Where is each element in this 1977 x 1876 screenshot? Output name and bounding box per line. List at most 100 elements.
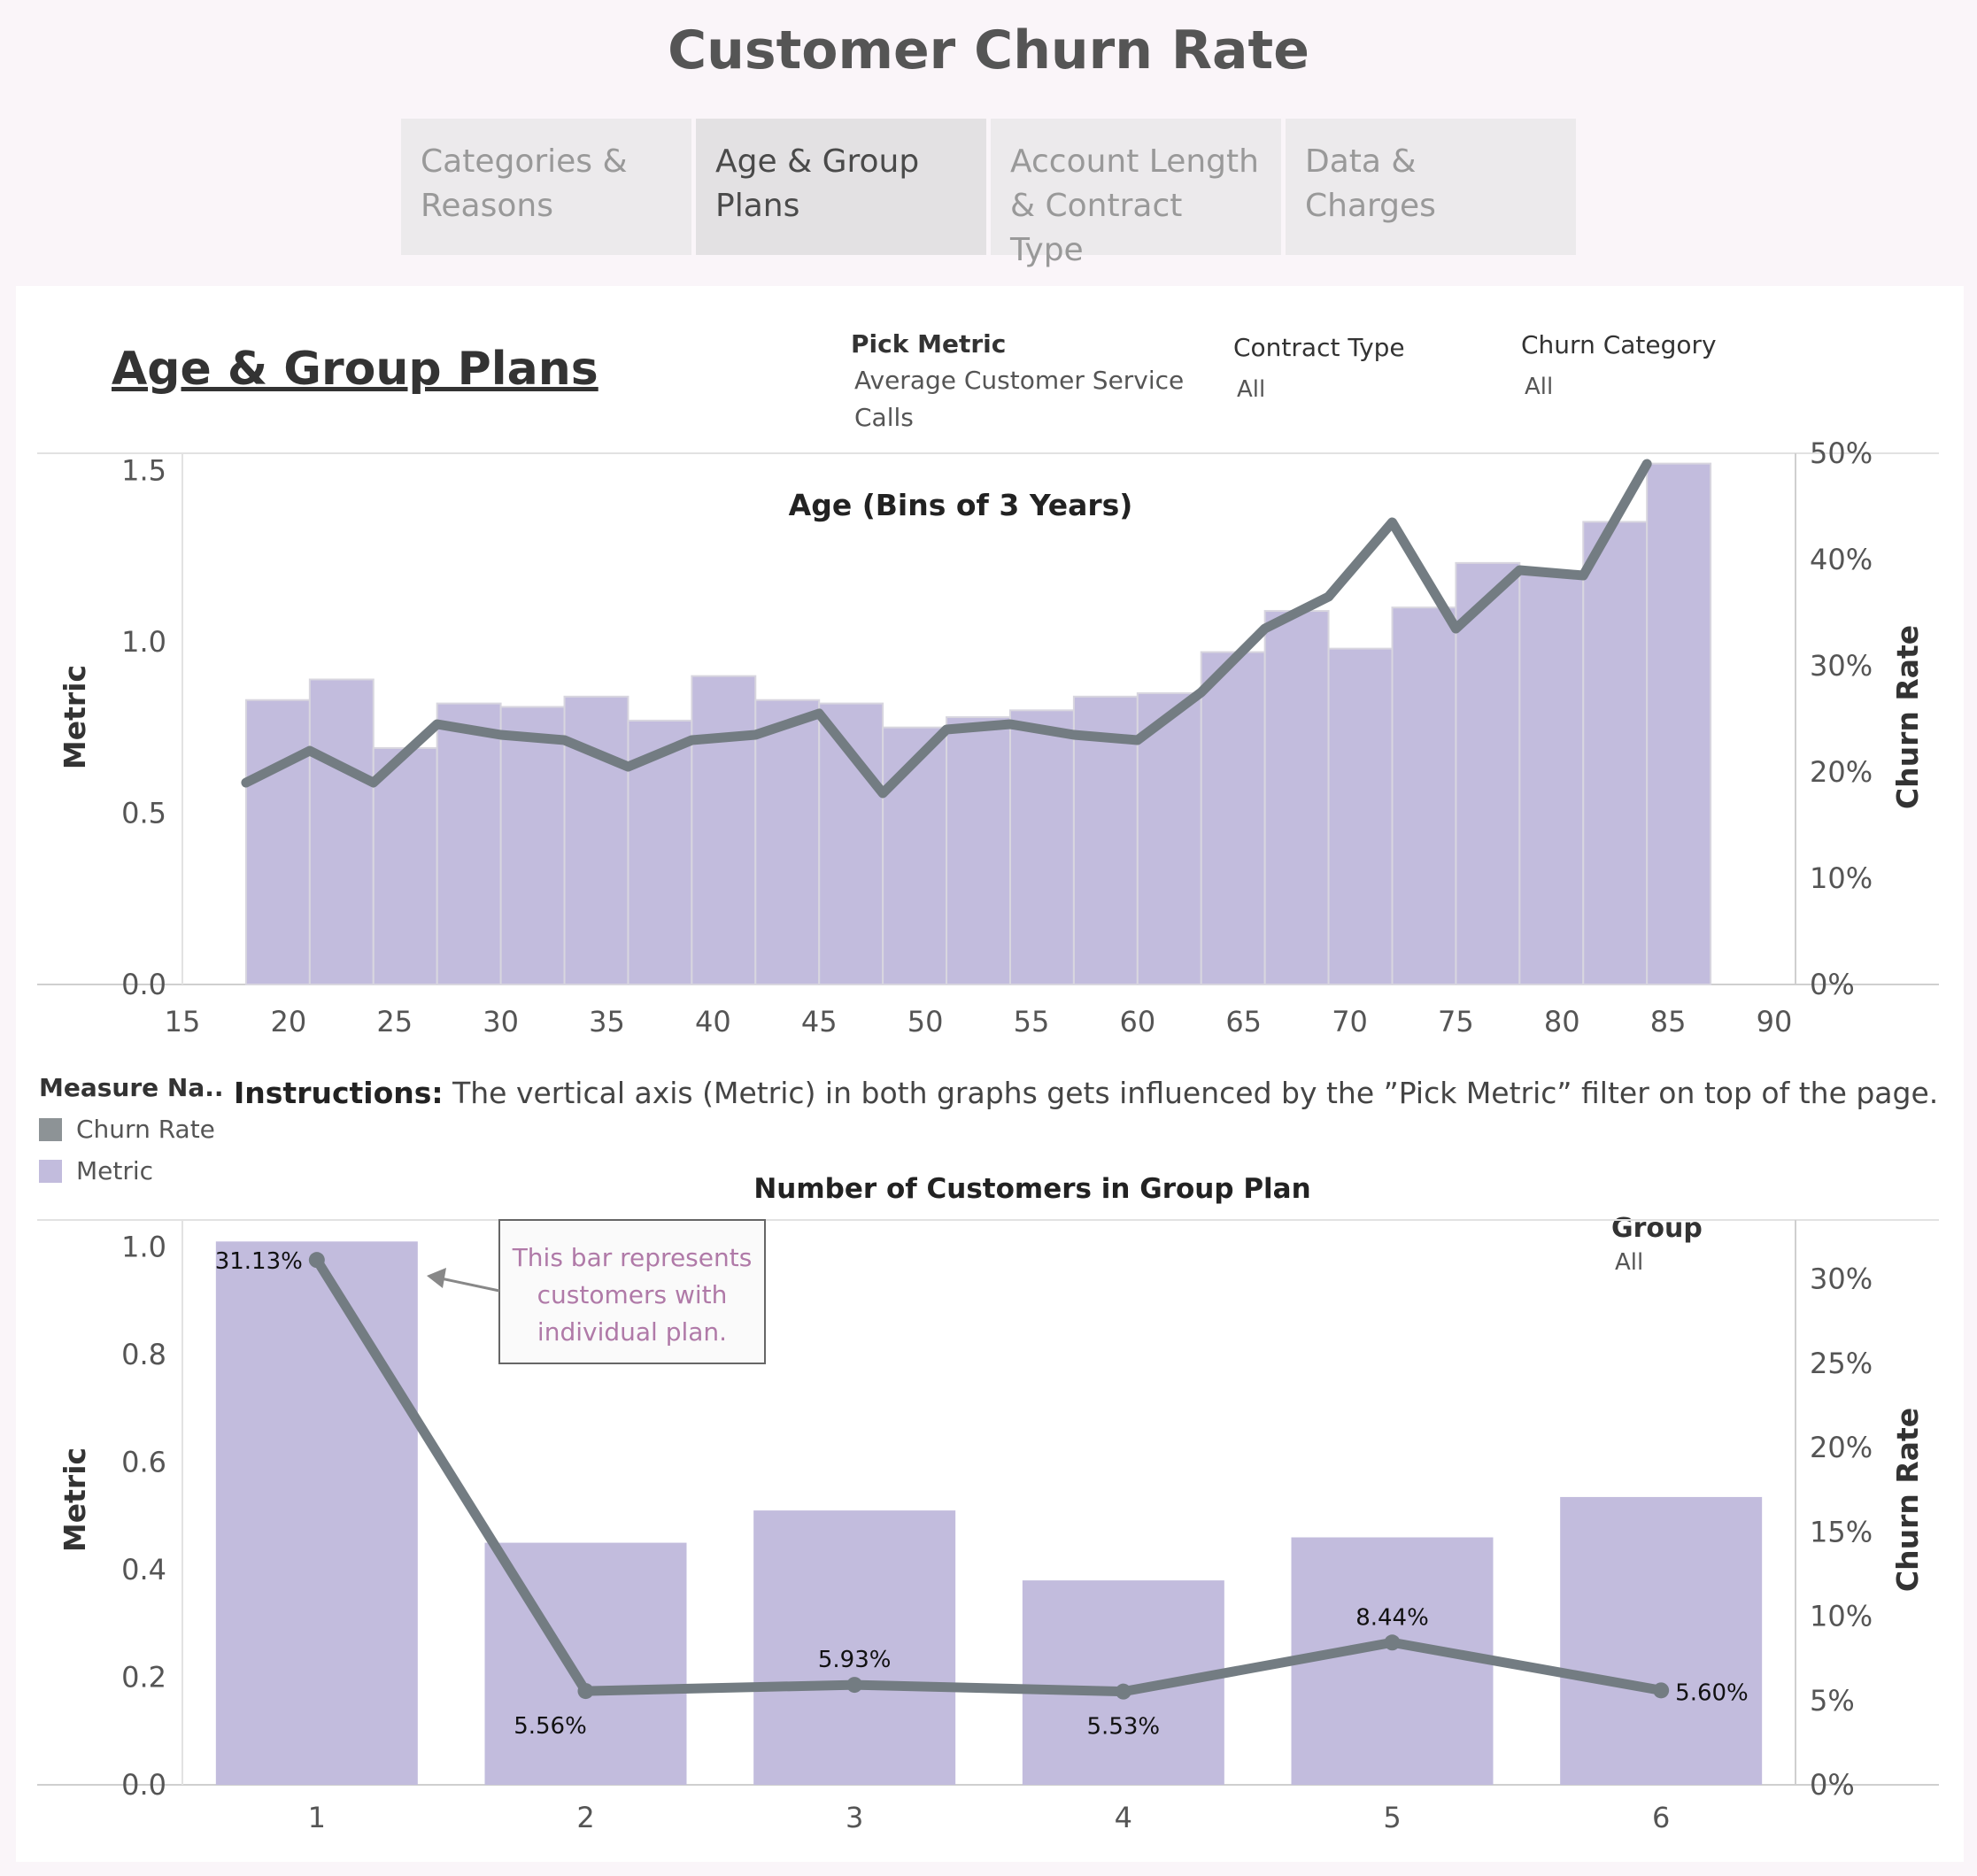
group-bar [1560, 1496, 1763, 1785]
age-bar [691, 675, 757, 985]
churn-rate-point [436, 723, 438, 725]
annotation-arrow-head [427, 1268, 446, 1288]
y-axis-label: Metric [58, 1448, 92, 1552]
age-bar [308, 678, 375, 986]
age-bar [1008, 709, 1075, 985]
y-tick-label: 1.0 [121, 625, 166, 659]
churn-rate-point [1115, 1683, 1131, 1700]
y2-tick-label: 30% [1810, 649, 1873, 683]
x-tick-label: 5 [1383, 1801, 1401, 1834]
churn-rate-data-label: 5.93% [818, 1647, 892, 1673]
churn-rate-point [1263, 628, 1266, 629]
churn-rate-point [1384, 1634, 1401, 1651]
group-bar [1291, 1537, 1494, 1785]
x-tick-label: 45 [801, 1005, 838, 1038]
x-tick-label: 65 [1225, 1005, 1262, 1038]
y2-tick-label: 0% [1810, 968, 1855, 1001]
y2-tick-label: 10% [1810, 1600, 1873, 1633]
churn-rate-point [1327, 596, 1330, 598]
churn-rate-data-label: 5.60% [1675, 1679, 1749, 1706]
y-tick-label: 1.5 [121, 453, 166, 487]
y2-tick-label: 25% [1810, 1347, 1873, 1380]
annotation-arrow-line [440, 1277, 500, 1293]
churn-rate-data-label: 5.53% [1087, 1714, 1161, 1741]
x-tick-label: 2 [576, 1801, 594, 1834]
y2-tick-label: 10% [1810, 861, 1873, 895]
age-bar [436, 702, 502, 985]
y-tick-label: 0.8 [121, 1338, 166, 1371]
y2-tick-label: 20% [1810, 1431, 1873, 1464]
age-bar [499, 706, 566, 985]
churn-rate-data-label: 5.56% [514, 1713, 587, 1740]
x-tick-label: 25 [376, 1005, 413, 1038]
y2-tick-label: 50% [1810, 436, 1873, 470]
churn-rate-point [1455, 628, 1457, 629]
y-tick-label: 0.6 [121, 1445, 166, 1478]
x-tick-label: 40 [695, 1005, 731, 1038]
churn-rate-point [1518, 569, 1521, 571]
churn-rate-point [1008, 723, 1011, 725]
y-tick-label: 0.0 [121, 968, 166, 1001]
x-tick-label: 15 [165, 1005, 201, 1038]
y2-tick-label: 5% [1810, 1684, 1855, 1718]
age-bar [1646, 462, 1712, 985]
annotation-text: customers with [537, 1280, 728, 1309]
y-tick-label: 0.0 [121, 1768, 166, 1802]
age-bar [1200, 651, 1266, 985]
y2-tick-label: 0% [1810, 1768, 1855, 1802]
churn-rate-point [1582, 575, 1585, 576]
churn-rate-point [499, 734, 502, 736]
y-axis-label: Metric [58, 665, 92, 769]
churn-rate-point [1391, 521, 1394, 523]
y-tick-label: 0.2 [121, 1660, 166, 1694]
x-tick-label: 85 [1650, 1005, 1687, 1038]
churn-rate-point [308, 1252, 325, 1269]
y2-tick-label: 30% [1810, 1262, 1873, 1296]
x-tick-label: 30 [483, 1005, 519, 1038]
churn-rate-point [372, 782, 375, 784]
x-tick-label: 4 [1115, 1801, 1132, 1834]
age-bar [1263, 610, 1330, 985]
churn-rate-point [1646, 463, 1649, 465]
churn-rate-point [1653, 1682, 1670, 1699]
churn-rate-point [846, 1677, 863, 1694]
churn-rate-point [577, 1683, 594, 1700]
churn-rate-point [1072, 734, 1075, 736]
churn-rate-point [627, 766, 629, 768]
y-tick-label: 0.4 [121, 1553, 166, 1586]
age-bar [244, 699, 311, 985]
y-tick-label: 1.0 [121, 1230, 166, 1263]
age-bar [1518, 572, 1585, 986]
age-bar [946, 716, 1011, 985]
age-bar [1582, 521, 1649, 985]
age-bar [1391, 606, 1457, 985]
churn-rate-point [882, 792, 884, 794]
y2-tick-label: 40% [1810, 543, 1873, 576]
churn-rate-point [244, 782, 247, 784]
x-tick-label: 35 [589, 1005, 625, 1038]
age-bar [754, 699, 821, 985]
x-tick-label: 70 [1332, 1005, 1368, 1038]
churn-rate-point [1136, 739, 1139, 741]
x-tick-label: 20 [271, 1005, 307, 1038]
x-tick-label: 55 [1014, 1005, 1050, 1038]
y-tick-label: 0.5 [121, 796, 166, 830]
chart-title: Age (Bins of 3 Years) [789, 488, 1133, 522]
x-tick-label: 60 [1119, 1005, 1155, 1038]
x-tick-label: 6 [1652, 1801, 1670, 1834]
churn-rate-point [818, 713, 821, 714]
age-bar [1327, 647, 1394, 985]
y2-tick-label: 20% [1810, 755, 1873, 789]
y2-axis-label: Churn Rate [1890, 625, 1925, 809]
churn-rate-point [754, 734, 757, 736]
y2-axis-label: Churn Rate [1890, 1408, 1925, 1592]
churn-rate-data-label: 8.44% [1355, 1604, 1429, 1631]
churn-rate-point [1200, 691, 1202, 693]
x-tick-label: 80 [1544, 1005, 1580, 1038]
x-tick-label: 75 [1438, 1005, 1474, 1038]
x-tick-label: 3 [846, 1801, 863, 1834]
annotation-text: individual plan. [537, 1317, 727, 1347]
churn-rate-point [946, 729, 948, 730]
churn-rate-point [308, 750, 311, 752]
x-tick-label: 1 [308, 1801, 326, 1834]
